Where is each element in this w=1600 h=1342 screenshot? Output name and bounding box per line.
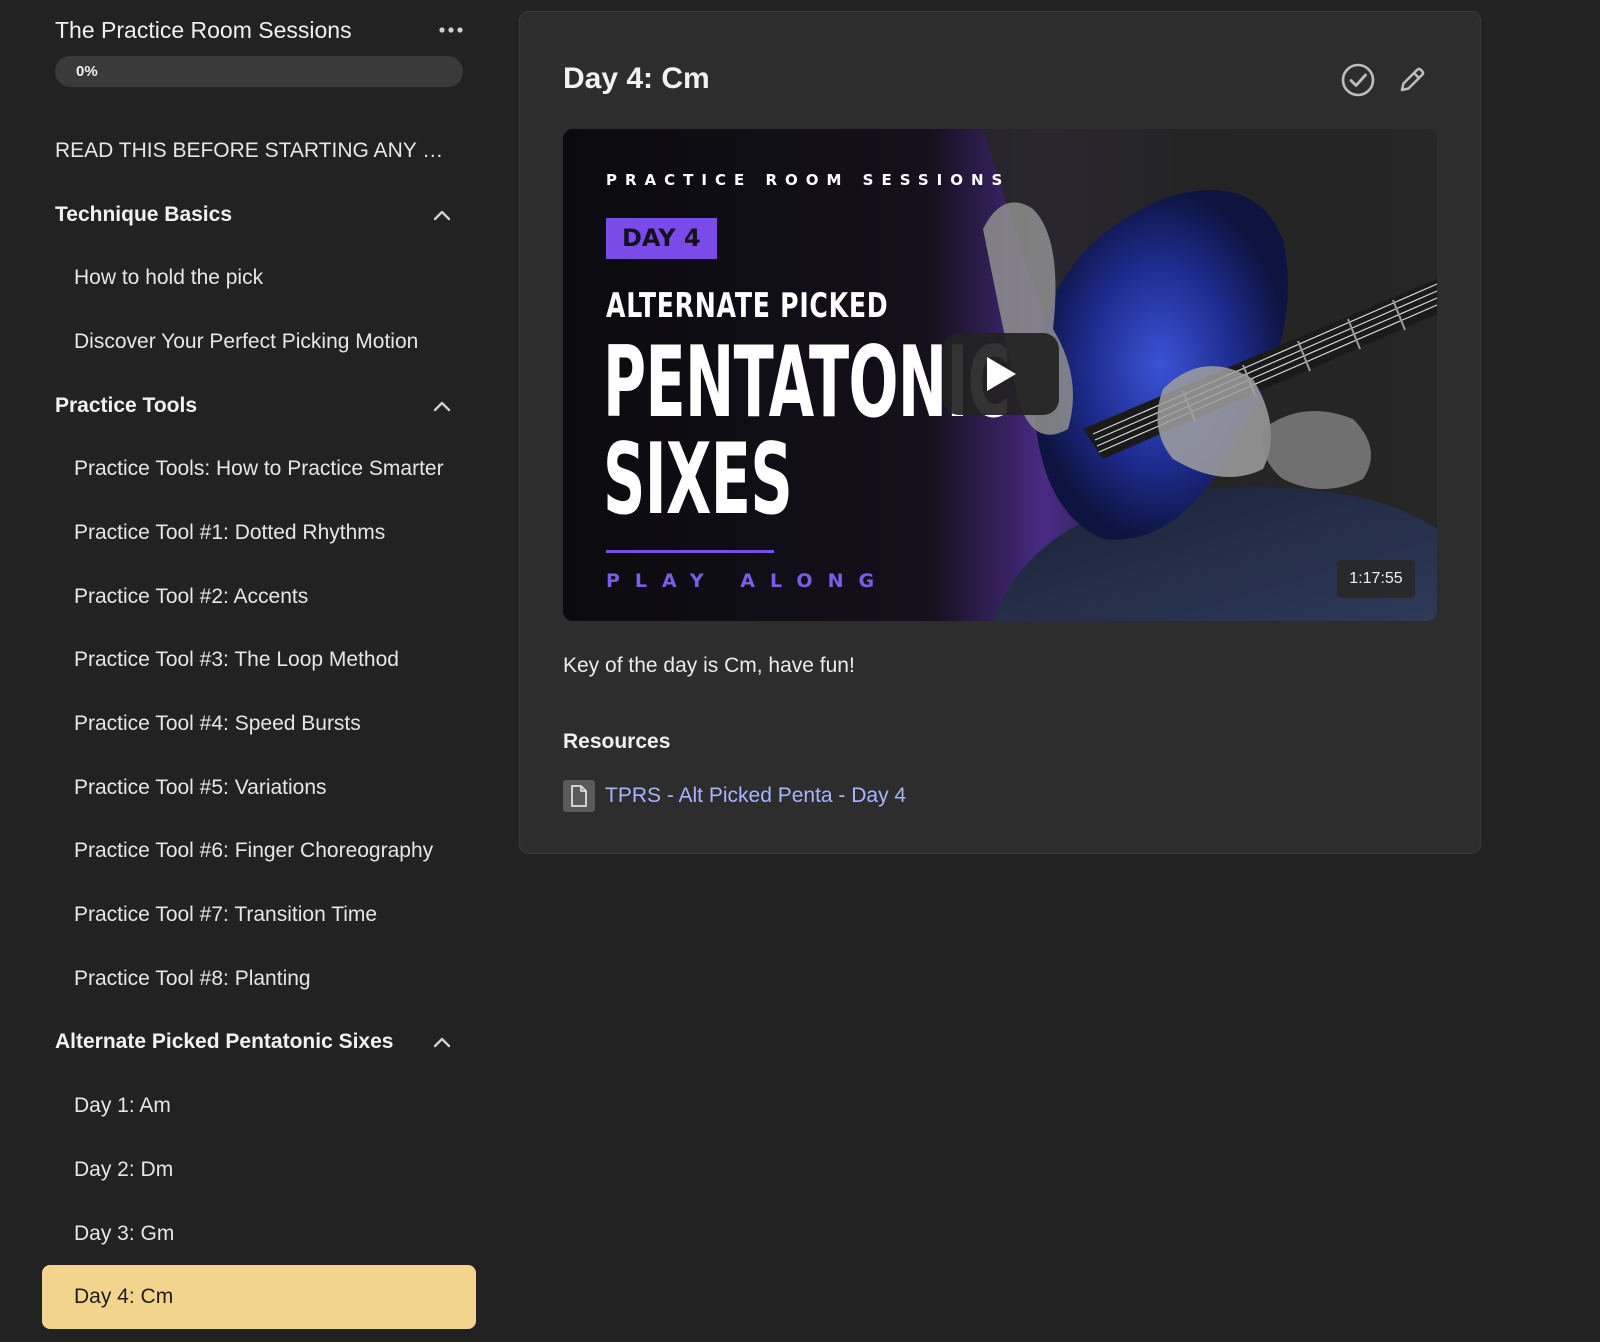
resource-label: TPRS - Alt Picked Penta - Day 4	[605, 784, 907, 807]
sidebar-lesson-item[interactable]: Day 3: Gm	[0, 1202, 490, 1266]
sidebar-lesson-item[interactable]: Practice Tool #7: Transition Time	[0, 883, 490, 947]
sidebar-lesson-item-active[interactable]: Day 4: Cm	[42, 1265, 476, 1330]
sidebar-lesson-item[interactable]: Practice Tool #2: Accents	[0, 565, 490, 629]
chevron-up-icon[interactable]	[432, 1035, 452, 1049]
sidebar-item-label: Practice Tools: How to Practice Smarter	[74, 457, 444, 481]
sidebar-lesson-item[interactable]: Practice Tool #4: Speed Bursts	[0, 692, 490, 756]
play-icon	[987, 357, 1016, 391]
sidebar-item-label: Day 1: Am	[74, 1094, 171, 1118]
lesson-description: Key of the day is Cm, have fun!	[563, 654, 855, 677]
thumbnail-tagline: PLAY ALONG	[606, 570, 890, 592]
thumbnail-divider	[606, 550, 774, 553]
sidebar-lesson-item[interactable]: How to hold the pick	[0, 246, 490, 310]
sidebar-lesson-item[interactable]: Practice Tool #1: Dotted Rhythms	[0, 501, 490, 565]
sidebar-item-label: How to hold the pick	[74, 266, 264, 290]
sidebar-lesson-item[interactable]: Practice Tool #6: Finger Choreography	[0, 820, 490, 884]
sidebar-lesson-item[interactable]: Discover Your Perfect Picking Motion	[0, 310, 490, 374]
sidebar-item-label: Practice Tool #3: The Loop Method	[74, 648, 399, 672]
sidebar-item-label: Practice Tool #8: Planting	[74, 966, 311, 990]
edit-pencil-icon[interactable]	[1394, 62, 1430, 98]
thumbnail-day-badge: DAY 4	[606, 218, 717, 259]
sidebar-item-label: Practice Tool #6: Finger Choreography	[74, 839, 434, 863]
sidebar-item-label: Practice Tool #5: Variations	[74, 775, 327, 799]
sidebar-lesson-item[interactable]: Practice Tool #3: The Loop Method	[0, 629, 490, 693]
more-options-icon[interactable]	[437, 20, 465, 40]
sidebar-lesson-item[interactable]: Practice Tool #8: Planting	[0, 947, 490, 1011]
sidebar-section-header[interactable]: Technique Basics	[0, 183, 490, 247]
sidebar-item-label: Day 3: Gm	[74, 1221, 175, 1245]
sidebar-lesson-item[interactable]: Practice Tool #5: Variations	[0, 756, 490, 820]
file-icon	[563, 780, 595, 812]
mark-complete-icon[interactable]	[1340, 62, 1376, 98]
resources-heading: Resources	[563, 730, 671, 753]
thumbnail-brand: PRACTICE ROOM SESSIONS	[606, 171, 1011, 189]
sidebar-lesson-item[interactable]: Day 2: Dm	[0, 1138, 490, 1202]
sidebar-item-label: Discover Your Perfect Picking Motion	[74, 329, 419, 353]
video-player[interactable]: PRACTICE ROOM SESSIONS DAY 4 ALTERNATE P…	[563, 129, 1437, 621]
thumbnail-subtitle: ALTERNATE PICKED	[606, 286, 889, 326]
sidebar-item-label: Technique Basics	[55, 202, 233, 226]
sidebar-lesson-item[interactable]: Practice Tools: How to Practice Smarter	[0, 437, 490, 501]
sidebar-item-label: Day 4: Cm	[74, 1285, 174, 1309]
sidebar-item-label: Practice Tool #4: Speed Bursts	[74, 712, 361, 736]
sidebar-item-label: Practice Tools	[55, 393, 197, 417]
lesson-title: Day 4: Cm	[563, 62, 710, 95]
sidebar-item-label: Alternate Picked Pentatonic Sixes	[55, 1030, 394, 1054]
sidebar-item-label: Day 2: Dm	[74, 1157, 174, 1181]
sidebar-item-label: READ THIS BEFORE STARTING ANY WOR...	[55, 138, 452, 162]
sidebar-item-label: Practice Tool #1: Dotted Rhythms	[74, 520, 386, 544]
progress-label: 0%	[76, 63, 98, 80]
sidebar-item-label: Practice Tool #7: Transition Time	[74, 903, 378, 927]
sidebar-item-label: Practice Tool #2: Accents	[74, 584, 309, 608]
sidebar-lesson-item[interactable]: Day 1: Am	[0, 1074, 490, 1138]
lesson-card: Day 4: Cm PRACTICE ROOM SESSIONS DAY 4 A…	[519, 11, 1481, 854]
course-header: The Practice Room Sessions	[55, 14, 465, 46]
sidebar-section-header[interactable]: Practice Tools	[0, 374, 490, 438]
chevron-up-icon[interactable]	[432, 399, 452, 413]
course-sidebar: The Practice Room Sessions 0% READ THIS …	[0, 0, 490, 1342]
chevron-up-icon[interactable]	[432, 208, 452, 222]
resource-link[interactable]: TPRS - Alt Picked Penta - Day 4	[563, 780, 906, 812]
sidebar-section-header[interactable]: Alternate Picked Pentatonic Sixes	[0, 1011, 490, 1075]
course-progress-bar: 0%	[55, 56, 463, 87]
play-button[interactable]	[943, 333, 1059, 415]
course-title: The Practice Room Sessions	[55, 16, 352, 43]
video-duration: 1:17:55	[1337, 560, 1415, 598]
sidebar-lesson-item[interactable]: READ THIS BEFORE STARTING ANY WOR...	[0, 119, 490, 183]
thumbnail-title-line2: SIXES	[603, 423, 793, 537]
lesson-nav-list: READ THIS BEFORE STARTING ANY WOR... Tech…	[0, 119, 490, 1330]
